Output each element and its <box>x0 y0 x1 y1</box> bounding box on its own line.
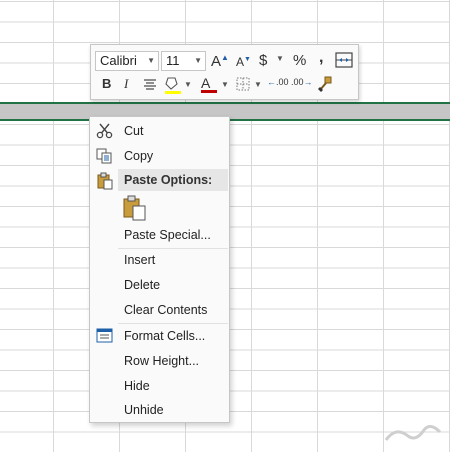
merge-center-icon[interactable] <box>335 51 353 72</box>
chevron-down-icon[interactable]: ▼ <box>254 80 262 89</box>
percent-style-button[interactable]: % <box>293 52 306 69</box>
menu-item-delete[interactable]: Delete <box>90 273 229 297</box>
borders-icon[interactable] <box>235 76 251 95</box>
menu-item-format-cells[interactable]: Format Cells... <box>90 324 229 348</box>
menu-item-clear-contents[interactable]: Clear Contents <box>90 298 229 322</box>
format-painter-icon[interactable] <box>316 75 334 96</box>
font-color-icon[interactable]: A <box>201 75 217 93</box>
menu-item-label: Unhide <box>124 403 164 417</box>
paste-options-label: Paste Options: <box>118 169 228 191</box>
menu-item-label: Delete <box>124 278 161 292</box>
menu-item-label: Hide <box>124 379 150 393</box>
fill-color-icon[interactable] <box>164 75 182 98</box>
menu-item-copy[interactable]: Copy <box>90 144 229 168</box>
menu-item-hide[interactable]: Hide <box>90 374 229 398</box>
grow-font-button[interactable]: A▲ <box>211 53 229 70</box>
menu-item-label: Row Height... <box>124 354 200 368</box>
chevron-down-icon[interactable]: ▼ <box>184 80 192 89</box>
menu-item-label: Cut <box>124 124 144 138</box>
chevron-down-icon[interactable]: ▼ <box>221 80 229 89</box>
menu-item-label: Copy <box>124 149 154 163</box>
italic-button[interactable]: I <box>124 76 128 92</box>
menu-item-unhide[interactable]: Unhide <box>90 398 229 422</box>
menu-item-label: Clear Contents <box>124 303 208 317</box>
menu-item-cut[interactable]: Cut <box>90 119 229 143</box>
context-menu: Cut Copy Paste Options: Paste Special...… <box>89 116 230 423</box>
font-name-box[interactable]: Calibri ▼ <box>95 51 159 71</box>
shrink-font-button[interactable]: A▼ <box>236 55 251 69</box>
font-name-value: Calibri <box>100 53 137 68</box>
menu-item-insert[interactable]: Insert <box>90 248 229 272</box>
copy-icon <box>96 148 114 164</box>
mini-toolbar: Calibri ▼ 11 ▼ A▲ A▼ $ ▼ % , B I ▼ A ▼ ▼… <box>90 44 359 100</box>
menu-item-row-height[interactable]: Row Height... <box>90 349 229 373</box>
increase-decimal-button[interactable]: ←.00 <box>267 77 289 87</box>
bold-button[interactable]: B <box>102 76 111 91</box>
font-size-box[interactable]: 11 ▼ <box>161 51 206 71</box>
chevron-down-icon[interactable]: ▼ <box>276 54 284 63</box>
menu-item-label: Paste Special... <box>124 228 211 242</box>
accounting-format-button[interactable]: $ <box>259 52 267 69</box>
menu-item-label: Format Cells... <box>124 329 206 343</box>
paste-icon <box>96 172 114 190</box>
decrease-decimal-button[interactable]: .00→ <box>291 77 313 87</box>
font-size-value: 11 <box>166 53 180 68</box>
chevron-down-icon[interactable]: ▼ <box>194 52 202 70</box>
format-cells-icon <box>96 328 114 344</box>
menu-item-paste-special[interactable]: Paste Special... <box>90 223 229 247</box>
scissors-icon <box>96 123 114 139</box>
align-center-icon[interactable] <box>143 77 157 94</box>
comma-style-button[interactable]: , <box>319 49 323 67</box>
chevron-down-icon[interactable]: ▼ <box>147 52 155 70</box>
menu-item-label: Insert <box>124 253 156 267</box>
watermark-logo <box>380 420 446 448</box>
paste-button[interactable] <box>122 195 148 226</box>
